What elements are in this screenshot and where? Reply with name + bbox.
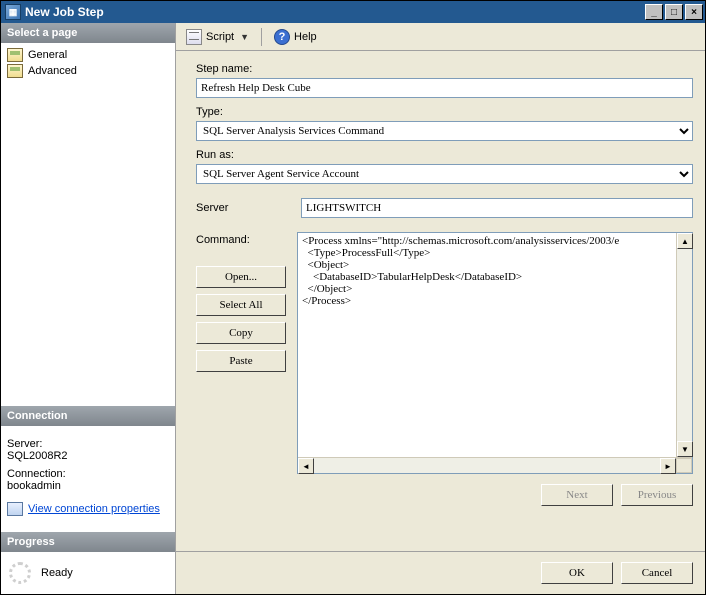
step-name-row: Step name: — [196, 63, 693, 98]
close-button[interactable]: × — [685, 4, 703, 20]
server-value: SQL2008R2 — [7, 450, 169, 462]
paste-button[interactable]: Paste — [196, 350, 286, 372]
progress-spinner-icon — [9, 562, 31, 584]
command-textarea-wrap: <Process xmlns="http://schemas.microsoft… — [297, 232, 693, 474]
help-button[interactable]: ? Help — [270, 27, 321, 47]
server-input[interactable] — [301, 198, 693, 218]
view-connection-link[interactable]: View connection properties — [28, 503, 160, 515]
nav-label: Advanced — [28, 65, 77, 77]
toolbar: Script ▼ ? Help — [176, 23, 705, 51]
connection-block: Server: SQL2008R2 Connection: bookadmin … — [1, 426, 175, 522]
script-button[interactable]: Script ▼ — [182, 27, 253, 47]
server-field-label: Server — [196, 202, 291, 214]
ok-button[interactable]: OK — [541, 562, 613, 584]
runas-row: Run as: SQL Server Agent Service Account — [196, 149, 693, 184]
left-pane: Select a page General Advanced Connectio… — [1, 23, 176, 594]
command-left-col: Command: Open... Select All Copy Paste — [196, 232, 291, 372]
select-all-button[interactable]: Select All — [196, 294, 286, 316]
window-title: New Job Step — [25, 5, 104, 19]
step-nav-buttons: Next Previous — [196, 484, 693, 506]
server-label: Server: — [7, 438, 169, 450]
scroll-right-button[interactable]: ► — [660, 458, 676, 474]
titlebar[interactable]: ▦ New Job Step _ □ × — [1, 1, 705, 23]
maximize-button[interactable]: □ — [665, 4, 683, 20]
minimize-button[interactable]: _ — [645, 4, 663, 20]
nav-general[interactable]: General — [7, 47, 169, 63]
command-grid: Command: Open... Select All Copy Paste <… — [196, 232, 693, 474]
properties-icon — [7, 502, 23, 516]
chevron-down-icon: ▼ — [240, 32, 249, 42]
page-icon — [7, 48, 23, 62]
scroll-left-button[interactable]: ◄ — [298, 458, 314, 474]
runas-label: Run as: — [196, 149, 693, 161]
progress-body: Ready — [1, 552, 175, 594]
scroll-corner — [676, 458, 692, 473]
cancel-button[interactable]: Cancel — [621, 562, 693, 584]
page-nav: General Advanced — [1, 43, 175, 83]
runas-select[interactable]: SQL Server Agent Service Account — [196, 164, 693, 184]
command-textarea[interactable]: <Process xmlns="http://schemas.microsoft… — [298, 233, 692, 457]
scroll-down-button[interactable]: ▼ — [677, 441, 693, 457]
command-label: Command: — [196, 232, 291, 246]
content-area: Select a page General Advanced Connectio… — [1, 23, 705, 594]
script-label: Script — [206, 31, 234, 43]
view-connection-row: View connection properties — [7, 502, 169, 516]
right-pane: Script ▼ ? Help Step name: Type: SQL — [176, 23, 705, 594]
left-spacer — [1, 83, 175, 406]
open-button[interactable]: Open... — [196, 266, 286, 288]
progress-header: Progress — [1, 532, 175, 552]
next-button[interactable]: Next — [541, 484, 613, 506]
step-name-label: Step name: — [196, 63, 693, 75]
page-icon — [7, 64, 23, 78]
nav-label: General — [28, 49, 67, 61]
dialog-window: ▦ New Job Step _ □ × Select a page Gener… — [0, 0, 706, 595]
form-area: Step name: Type: SQL Server Analysis Ser… — [176, 51, 705, 551]
scroll-up-button[interactable]: ▲ — [677, 233, 693, 249]
toolbar-separator — [261, 28, 262, 46]
type-row: Type: SQL Server Analysis Services Comma… — [196, 106, 693, 141]
server-row: Server — [196, 198, 693, 218]
connection-value: bookadmin — [7, 480, 169, 492]
vertical-scrollbar[interactable]: ▲ ▼ — [676, 233, 692, 457]
dialog-footer: OK Cancel — [176, 551, 705, 594]
type-select[interactable]: SQL Server Analysis Services Command — [196, 121, 693, 141]
scroll-track[interactable] — [677, 249, 692, 441]
copy-button[interactable]: Copy — [196, 322, 286, 344]
step-name-input[interactable] — [196, 78, 693, 98]
horizontal-scrollbar[interactable]: ◄ ► — [298, 457, 692, 473]
help-icon: ? — [274, 29, 290, 45]
help-label: Help — [294, 31, 317, 43]
progress-text: Ready — [41, 567, 73, 579]
app-icon: ▦ — [5, 4, 21, 20]
nav-advanced[interactable]: Advanced — [7, 63, 169, 79]
connection-header: Connection — [1, 406, 175, 426]
script-icon — [186, 29, 202, 45]
select-page-header: Select a page — [1, 23, 175, 43]
type-label: Type: — [196, 106, 693, 118]
connection-label: Connection: — [7, 468, 169, 480]
previous-button[interactable]: Previous — [621, 484, 693, 506]
scroll-track[interactable] — [314, 458, 660, 473]
command-btn-stack: Open... Select All Copy Paste — [196, 266, 291, 372]
